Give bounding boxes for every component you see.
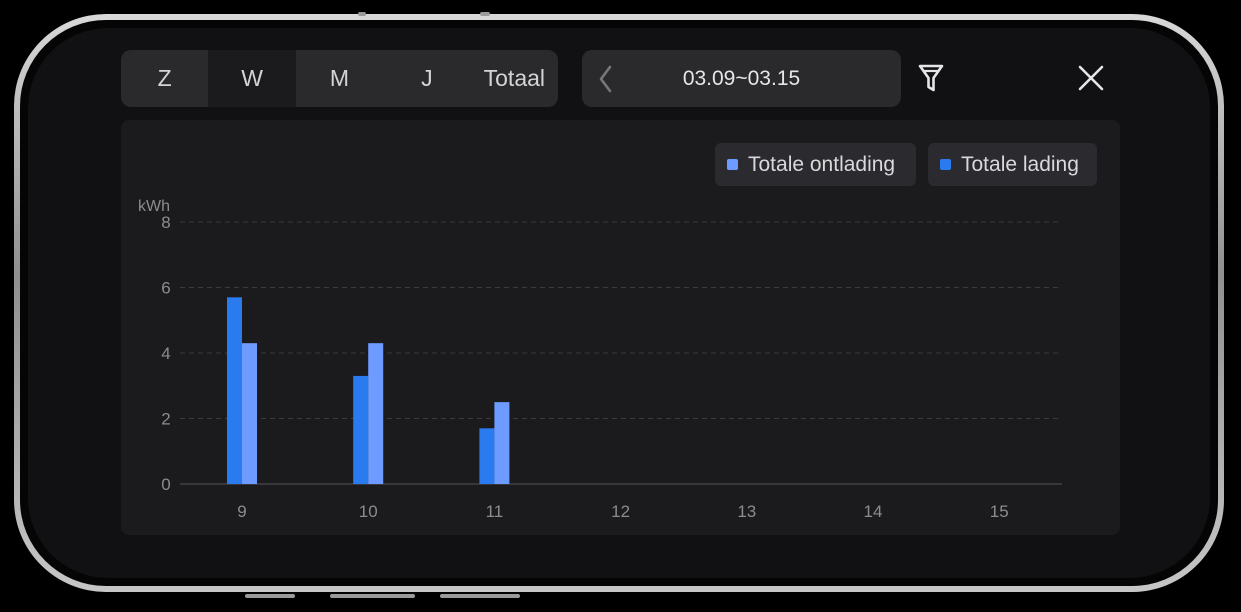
legend-swatch — [727, 159, 738, 170]
chevron-left-icon[interactable] — [590, 62, 624, 96]
legend-label: Totale ontlading — [748, 152, 896, 176]
phone-side-button — [330, 594, 415, 598]
phone-side-button — [358, 12, 366, 16]
phone-side-button — [480, 12, 490, 16]
tab-week[interactable]: W — [208, 50, 296, 107]
legend-label: Totale lading — [961, 152, 1079, 176]
phone-side-button — [245, 594, 295, 598]
tab-year[interactable]: J — [383, 50, 470, 107]
tab-total[interactable]: Totaal — [471, 50, 558, 107]
phone-side-button — [440, 594, 520, 598]
period-segmented-control: Z W M J Totaal — [121, 50, 558, 107]
legend-swatch — [940, 159, 951, 170]
tab-day[interactable]: Z — [121, 50, 208, 107]
filter-icon[interactable] — [914, 60, 948, 96]
legend-item-totale-lading[interactable]: Totale lading — [928, 143, 1097, 186]
date-range-label: 03.09~03.15 — [682, 67, 801, 90]
close-icon[interactable] — [1075, 62, 1107, 94]
date-range-selector[interactable]: 03.09~03.15 — [582, 50, 901, 107]
tab-month[interactable]: M — [296, 50, 383, 107]
legend-item-totale-ontlading[interactable]: Totale ontlading — [715, 143, 916, 186]
